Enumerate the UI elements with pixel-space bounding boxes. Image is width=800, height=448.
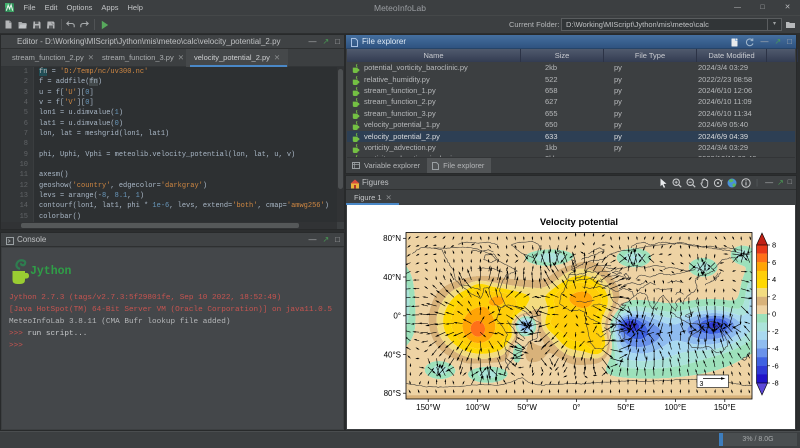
svg-text:0°: 0° [393, 312, 401, 321]
svg-text:3: 3 [700, 381, 704, 388]
svg-text:80°S: 80°S [384, 389, 401, 398]
svg-text:-4: -4 [772, 344, 779, 353]
svg-text:150°W: 150°W [416, 403, 441, 412]
svg-text:2: 2 [772, 292, 776, 301]
svg-text:4: 4 [772, 275, 776, 284]
svg-text:50°E: 50°E [617, 403, 634, 412]
svg-text:-8: -8 [772, 379, 779, 388]
svg-text:40°N: 40°N [383, 273, 401, 282]
svg-text:150°E: 150°E [714, 403, 736, 412]
svg-text:0: 0 [772, 310, 776, 319]
svg-text:100°W: 100°W [466, 403, 491, 412]
svg-text:-2: -2 [772, 327, 779, 336]
svg-text:Velocity potential: Velocity potential [540, 217, 618, 228]
svg-text:100°E: 100°E [664, 403, 686, 412]
svg-text:8: 8 [772, 241, 776, 250]
svg-text:6: 6 [772, 258, 776, 267]
svg-text:40°S: 40°S [384, 350, 401, 359]
svg-text:-6: -6 [772, 361, 779, 370]
svg-text:80°N: 80°N [383, 234, 401, 243]
svg-text:50°W: 50°W [517, 403, 537, 412]
svg-text:0°: 0° [573, 403, 581, 412]
